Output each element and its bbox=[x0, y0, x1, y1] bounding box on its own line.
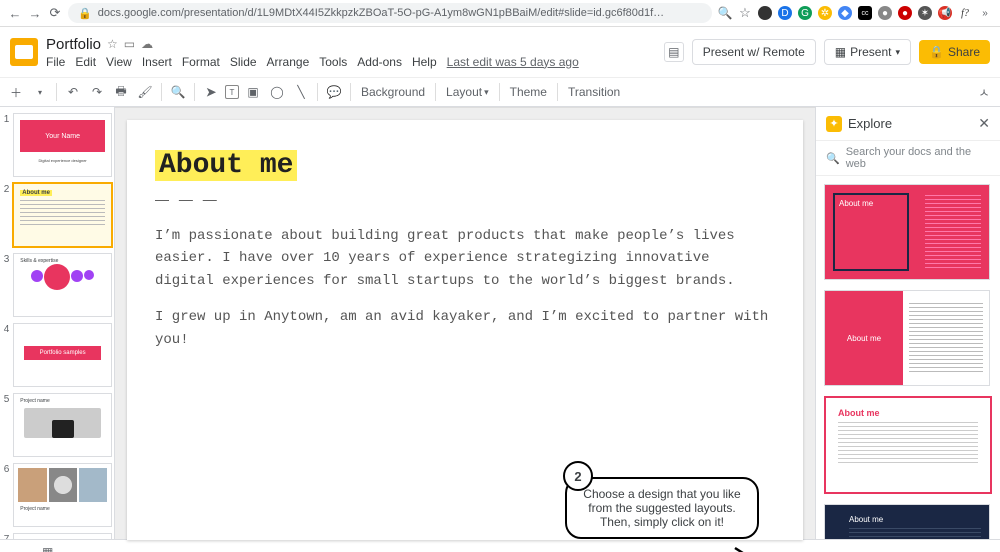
chevron-down-icon: ▾ bbox=[895, 47, 900, 58]
menu-view[interactable]: View bbox=[106, 55, 132, 69]
tutorial-callout: 2 Choose a design that you like from the… bbox=[565, 477, 759, 539]
extension-icons: D G ✲ ◆ cc ● ● ✶ 📢 f? » bbox=[758, 6, 992, 20]
back-icon[interactable]: ← bbox=[8, 6, 22, 20]
menu-insert[interactable]: Insert bbox=[142, 55, 172, 69]
thumb-6[interactable]: Project name bbox=[13, 463, 112, 527]
lock-icon: 🔒 bbox=[78, 7, 92, 20]
star-doc-icon[interactable]: ☆ bbox=[107, 37, 118, 51]
toolbar: ＋ ▾ ↶ ↷ 🖶 🖌 🔍 ➤ T ▣ ◯ ╲ 💬 Background Lay… bbox=[0, 77, 1000, 107]
last-edit-link[interactable]: Last edit was 5 days ago bbox=[447, 55, 579, 69]
present-button[interactable]: ▦Present▾ bbox=[824, 39, 911, 65]
ext-icon[interactable]: ● bbox=[898, 6, 912, 20]
ext-cc-icon[interactable]: cc bbox=[858, 6, 872, 20]
present-remote-button[interactable]: Present w/ Remote bbox=[692, 39, 816, 65]
thumb-4[interactable]: Portfolio samples bbox=[13, 323, 112, 387]
chevron-down-icon: ▾ bbox=[484, 87, 489, 98]
layout-suggestion-3[interactable]: About me bbox=[824, 396, 992, 494]
menu-tools[interactable]: Tools bbox=[319, 55, 347, 69]
ext-icon[interactable]: D bbox=[778, 6, 792, 20]
menu-help[interactable]: Help bbox=[412, 55, 437, 69]
layout-suggestion-1[interactable]: About me bbox=[824, 184, 990, 280]
redo-button[interactable]: ↷ bbox=[87, 82, 107, 102]
ext-profile-icon[interactable] bbox=[758, 6, 772, 20]
layout-button[interactable]: Layout▾ bbox=[442, 81, 493, 103]
textbox-tool[interactable]: T bbox=[225, 85, 239, 99]
thumb-7[interactable] bbox=[13, 533, 112, 539]
ext-icon[interactable]: ● bbox=[878, 6, 892, 20]
slide-title[interactable]: About me bbox=[155, 150, 297, 181]
url-bar[interactable]: 🔒 docs.google.com/presentation/d/1L9MDtX… bbox=[68, 3, 712, 23]
move-icon[interactable]: ▭ bbox=[124, 37, 135, 51]
select-tool[interactable]: ➤ bbox=[201, 82, 221, 102]
menu-addons[interactable]: Add-ons bbox=[357, 55, 402, 69]
chevron-down-icon[interactable]: ▾ bbox=[30, 82, 50, 102]
comments-icon[interactable]: ▤ bbox=[664, 42, 684, 62]
play-icon: ▦ bbox=[835, 45, 846, 59]
slides-logo-icon[interactable] bbox=[10, 38, 38, 66]
theme-button[interactable]: Theme bbox=[506, 81, 551, 103]
slide-filmstrip[interactable]: 1 Your Name Digital experience designer … bbox=[0, 107, 115, 539]
divider: — — — bbox=[155, 191, 775, 207]
explore-search[interactable]: 🔍 Search your docs and the web bbox=[816, 141, 1000, 176]
explore-icon: ✦ bbox=[826, 116, 842, 132]
print-button[interactable]: 🖶 bbox=[111, 82, 131, 102]
transition-button[interactable]: Transition bbox=[564, 81, 624, 103]
layout-suggestion-2[interactable]: About me bbox=[824, 290, 990, 386]
thumb-3[interactable]: Skills & expertise bbox=[13, 253, 112, 317]
search-magnify-icon[interactable]: 🔍 bbox=[718, 6, 732, 20]
image-tool[interactable]: ▣ bbox=[243, 82, 263, 102]
ext-icon[interactable]: G bbox=[798, 6, 812, 20]
slide-body[interactable]: I’m passionate about building great prod… bbox=[155, 225, 775, 351]
background-button[interactable]: Background bbox=[357, 81, 429, 103]
menu-format[interactable]: Format bbox=[182, 55, 220, 69]
menu-file[interactable]: File bbox=[46, 55, 65, 69]
share-button[interactable]: 🔒Share bbox=[919, 40, 990, 64]
menu-bar: File Edit View Insert Format Slide Arran… bbox=[46, 55, 656, 69]
filmstrip-view-icon[interactable]: ▬ bbox=[12, 545, 24, 552]
ext-icon[interactable]: ✶ bbox=[918, 6, 932, 20]
line-tool[interactable]: ╲ bbox=[291, 82, 311, 102]
url-text: docs.google.com/presentation/d/1L9MDtX44… bbox=[98, 7, 664, 19]
ext-icon[interactable]: f? bbox=[958, 6, 972, 20]
explore-title: Explore bbox=[848, 116, 892, 131]
menu-edit[interactable]: Edit bbox=[75, 55, 96, 69]
shape-tool[interactable]: ◯ bbox=[267, 82, 287, 102]
comment-button[interactable]: 💬 bbox=[324, 82, 344, 102]
app-header: Portfolio ☆ ▭ ☁ File Edit View Insert Fo… bbox=[0, 27, 1000, 77]
new-slide-button[interactable]: ＋ bbox=[6, 82, 26, 102]
collapse-icon[interactable]: ㅅ bbox=[974, 82, 994, 102]
zoom-button[interactable]: 🔍 bbox=[168, 82, 188, 102]
cloud-icon[interactable]: ☁ bbox=[141, 37, 153, 51]
menu-arrange[interactable]: Arrange bbox=[267, 55, 310, 69]
star-icon[interactable]: ☆ bbox=[738, 6, 752, 20]
explore-panel: ✦ Explore ✕ 🔍 Search your docs and the we… bbox=[815, 107, 1000, 539]
thumb-1[interactable]: Your Name Digital experience designer bbox=[13, 113, 112, 177]
thumb-5[interactable]: Project name bbox=[13, 393, 112, 457]
undo-button[interactable]: ↶ bbox=[63, 82, 83, 102]
lock-icon: 🔒 bbox=[929, 45, 944, 59]
grid-view-icon[interactable]: ▦ bbox=[42, 545, 54, 552]
reload-icon[interactable]: ⟳ bbox=[48, 6, 62, 20]
canvas-area: About me — — — I’m passionate about buil… bbox=[115, 107, 815, 539]
browser-top-bar: ← → ⟳ 🔒 docs.google.com/presentation/d/1… bbox=[0, 0, 1000, 27]
callout-badge: 2 bbox=[563, 461, 593, 491]
ext-icon[interactable]: ◆ bbox=[838, 6, 852, 20]
close-icon[interactable]: ✕ bbox=[978, 115, 990, 132]
forward-icon[interactable]: → bbox=[28, 6, 42, 20]
doc-title[interactable]: Portfolio bbox=[46, 36, 101, 53]
search-icon: 🔍 bbox=[826, 152, 840, 165]
ext-icon[interactable]: ✲ bbox=[818, 6, 832, 20]
thumb-2[interactable]: About me bbox=[13, 183, 112, 247]
paint-format-button[interactable]: 🖌 bbox=[135, 82, 155, 102]
menu-slide[interactable]: Slide bbox=[230, 55, 257, 69]
more-icon[interactable]: » bbox=[978, 6, 992, 20]
ext-icon[interactable]: 📢 bbox=[938, 6, 952, 20]
